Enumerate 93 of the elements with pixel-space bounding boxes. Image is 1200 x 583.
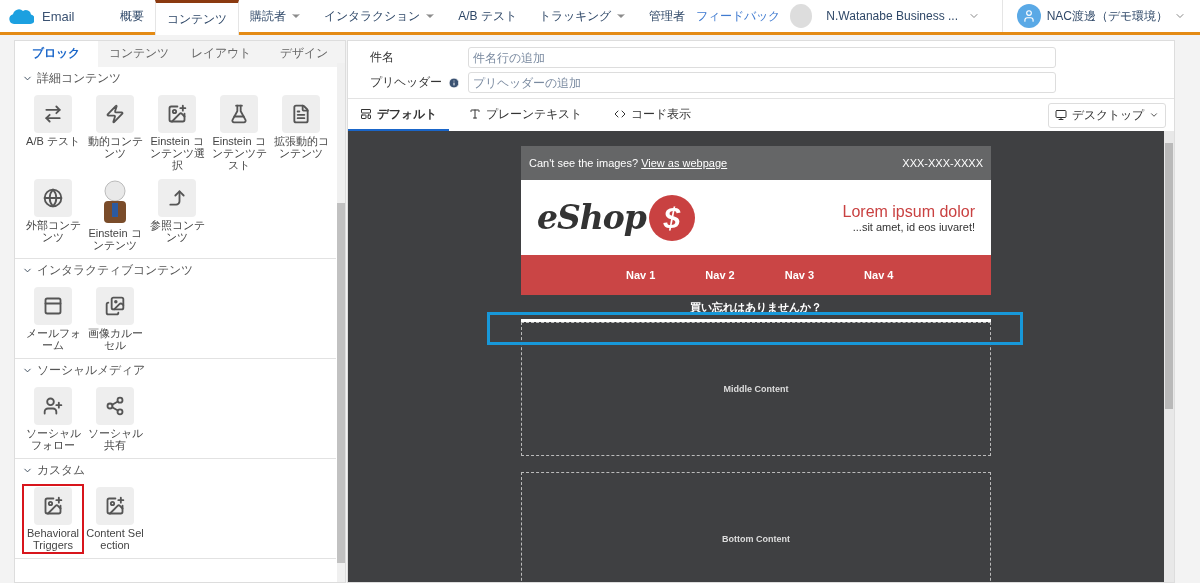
nav-tab[interactable]: 購読者 [239, 0, 314, 32]
section-header[interactable]: インタラクティブコンテンツ [22, 259, 330, 284]
feedback-link[interactable]: フィードバック [695, 7, 780, 25]
code-icon [614, 108, 626, 120]
content-region[interactable]: Middle Content [521, 322, 991, 456]
block-label: 拡張動的コンテンツ [272, 135, 330, 159]
block-label: ソーシャル共有 [86, 427, 144, 451]
form-icon [43, 296, 63, 316]
panel-tab[interactable]: デザイン [262, 41, 345, 67]
block-label: 動的コンテンツ [86, 135, 144, 159]
arrows-icon [43, 104, 63, 124]
section-title: 詳細コンテンツ [37, 70, 121, 87]
text-input[interactable]: プリヘッダーの追加 [468, 72, 1056, 93]
text-input[interactable]: 件名行の追加 [468, 47, 1056, 68]
layout-icon [360, 108, 372, 120]
block-label: メールフォーム [24, 327, 82, 351]
user-icon [1021, 9, 1036, 23]
editor-tab[interactable]: コード表示 [602, 99, 703, 131]
corner-arrow-icon [167, 188, 187, 208]
block-label: Einstein コンテンツ [87, 227, 143, 251]
block-tile[interactable] [158, 179, 196, 217]
monitor-icon [1055, 109, 1067, 121]
share-icon [105, 396, 125, 416]
block-tile[interactable] [34, 179, 72, 217]
block-label: 参照コンテンツ [148, 219, 206, 243]
cloud-logo-icon [8, 6, 34, 26]
tagline: ...sit amet, id eos iuvaret! [851, 220, 975, 233]
block-tile[interactable] [282, 95, 320, 133]
block-tile[interactable] [96, 287, 134, 325]
editor-tab[interactable]: プレーンテキスト [457, 99, 594, 131]
panel-tab[interactable]: コンテンツ [97, 41, 180, 67]
block-tile[interactable] [34, 95, 72, 133]
text-icon [469, 108, 481, 120]
section-header[interactable]: カスタム [22, 459, 330, 484]
email-nav-link[interactable]: Nav 3 [784, 269, 815, 281]
block-tile[interactable] [96, 487, 134, 525]
user-plus-icon [43, 396, 63, 416]
headline: Lorem ipsum dolor [842, 202, 975, 221]
image-icon [167, 104, 187, 124]
nav-tab[interactable]: コンテンツ [155, 0, 240, 35]
nav-tab[interactable]: A/B テスト [447, 0, 528, 32]
block-label: ソーシャルフォロー [24, 427, 82, 451]
block-tile[interactable] [96, 95, 134, 133]
images-icon [105, 296, 125, 316]
document-icon [291, 104, 311, 124]
panel-tab[interactable]: ブロック [15, 41, 98, 67]
web-link[interactable]: View as webpage [641, 157, 728, 169]
logo-mark: $ [648, 194, 695, 241]
block-label: Behavioral Triggers [26, 527, 80, 551]
preheader-text: Can't see the images? View as webpage [529, 157, 728, 169]
section-header[interactable]: 詳細コンテンツ [22, 67, 330, 92]
section-header[interactable]: ソーシャルメディア [22, 359, 330, 384]
flask-icon [229, 104, 249, 124]
block-tile[interactable] [220, 95, 258, 133]
block-label: Einstein コンテンツテスト [210, 135, 268, 171]
image-icon [43, 496, 63, 516]
caret-icon [1149, 110, 1159, 120]
nav-tab[interactable]: インタラクション [313, 0, 448, 32]
avatar [789, 4, 813, 28]
block-tile[interactable] [96, 387, 134, 425]
block-tile[interactable] [34, 487, 72, 525]
image-icon [105, 496, 125, 516]
nav-tab[interactable]: トラッキング [527, 0, 638, 32]
business-unit-dropdown[interactable]: N.Watanabe Business ... [826, 0, 1003, 32]
lightning-icon [105, 104, 125, 124]
scrollbar[interactable] [1164, 131, 1174, 582]
app-name: Email [42, 8, 75, 24]
block-label: 画像カルーセル [86, 327, 144, 351]
block-label: 外部コンテンツ [24, 219, 82, 243]
logo-word: eShop [537, 198, 646, 237]
nav-tab[interactable]: 管理者 [637, 0, 696, 32]
block-label: Content Selection [85, 527, 145, 551]
section-title: カスタム [37, 462, 85, 479]
info-icon[interactable] [448, 76, 460, 89]
email-nav-link[interactable]: Nav 1 [626, 269, 656, 281]
nav-tab[interactable]: 概要 [109, 0, 156, 32]
section-title: インタラクティブコンテンツ [37, 262, 193, 279]
block-label: A/B テスト [25, 135, 81, 147]
block-tile[interactable] [158, 95, 196, 133]
email-nav-link[interactable]: Nav 2 [705, 269, 735, 281]
panel-tab[interactable]: レイアウト [180, 41, 263, 67]
phone-number: XXX-XXX-XXXX [902, 157, 983, 169]
user-menu[interactable]: NAC渡邊（デモ環境） [1002, 0, 1200, 32]
section-title: ソーシャルメディア [37, 362, 145, 379]
field-label: プリヘッダー [370, 74, 443, 91]
email-nav-link[interactable]: Nav 4 [864, 269, 894, 281]
device-dropdown[interactable]: デスクトップ [1048, 102, 1166, 128]
block-tile[interactable] [34, 287, 72, 325]
field-label: 件名 [370, 49, 395, 66]
content-region[interactable]: Bottom Content [521, 472, 991, 582]
block-tile[interactable] [34, 387, 72, 425]
block-label: Einstein コンテンツ選択 [148, 135, 206, 171]
globe-icon [43, 188, 63, 208]
